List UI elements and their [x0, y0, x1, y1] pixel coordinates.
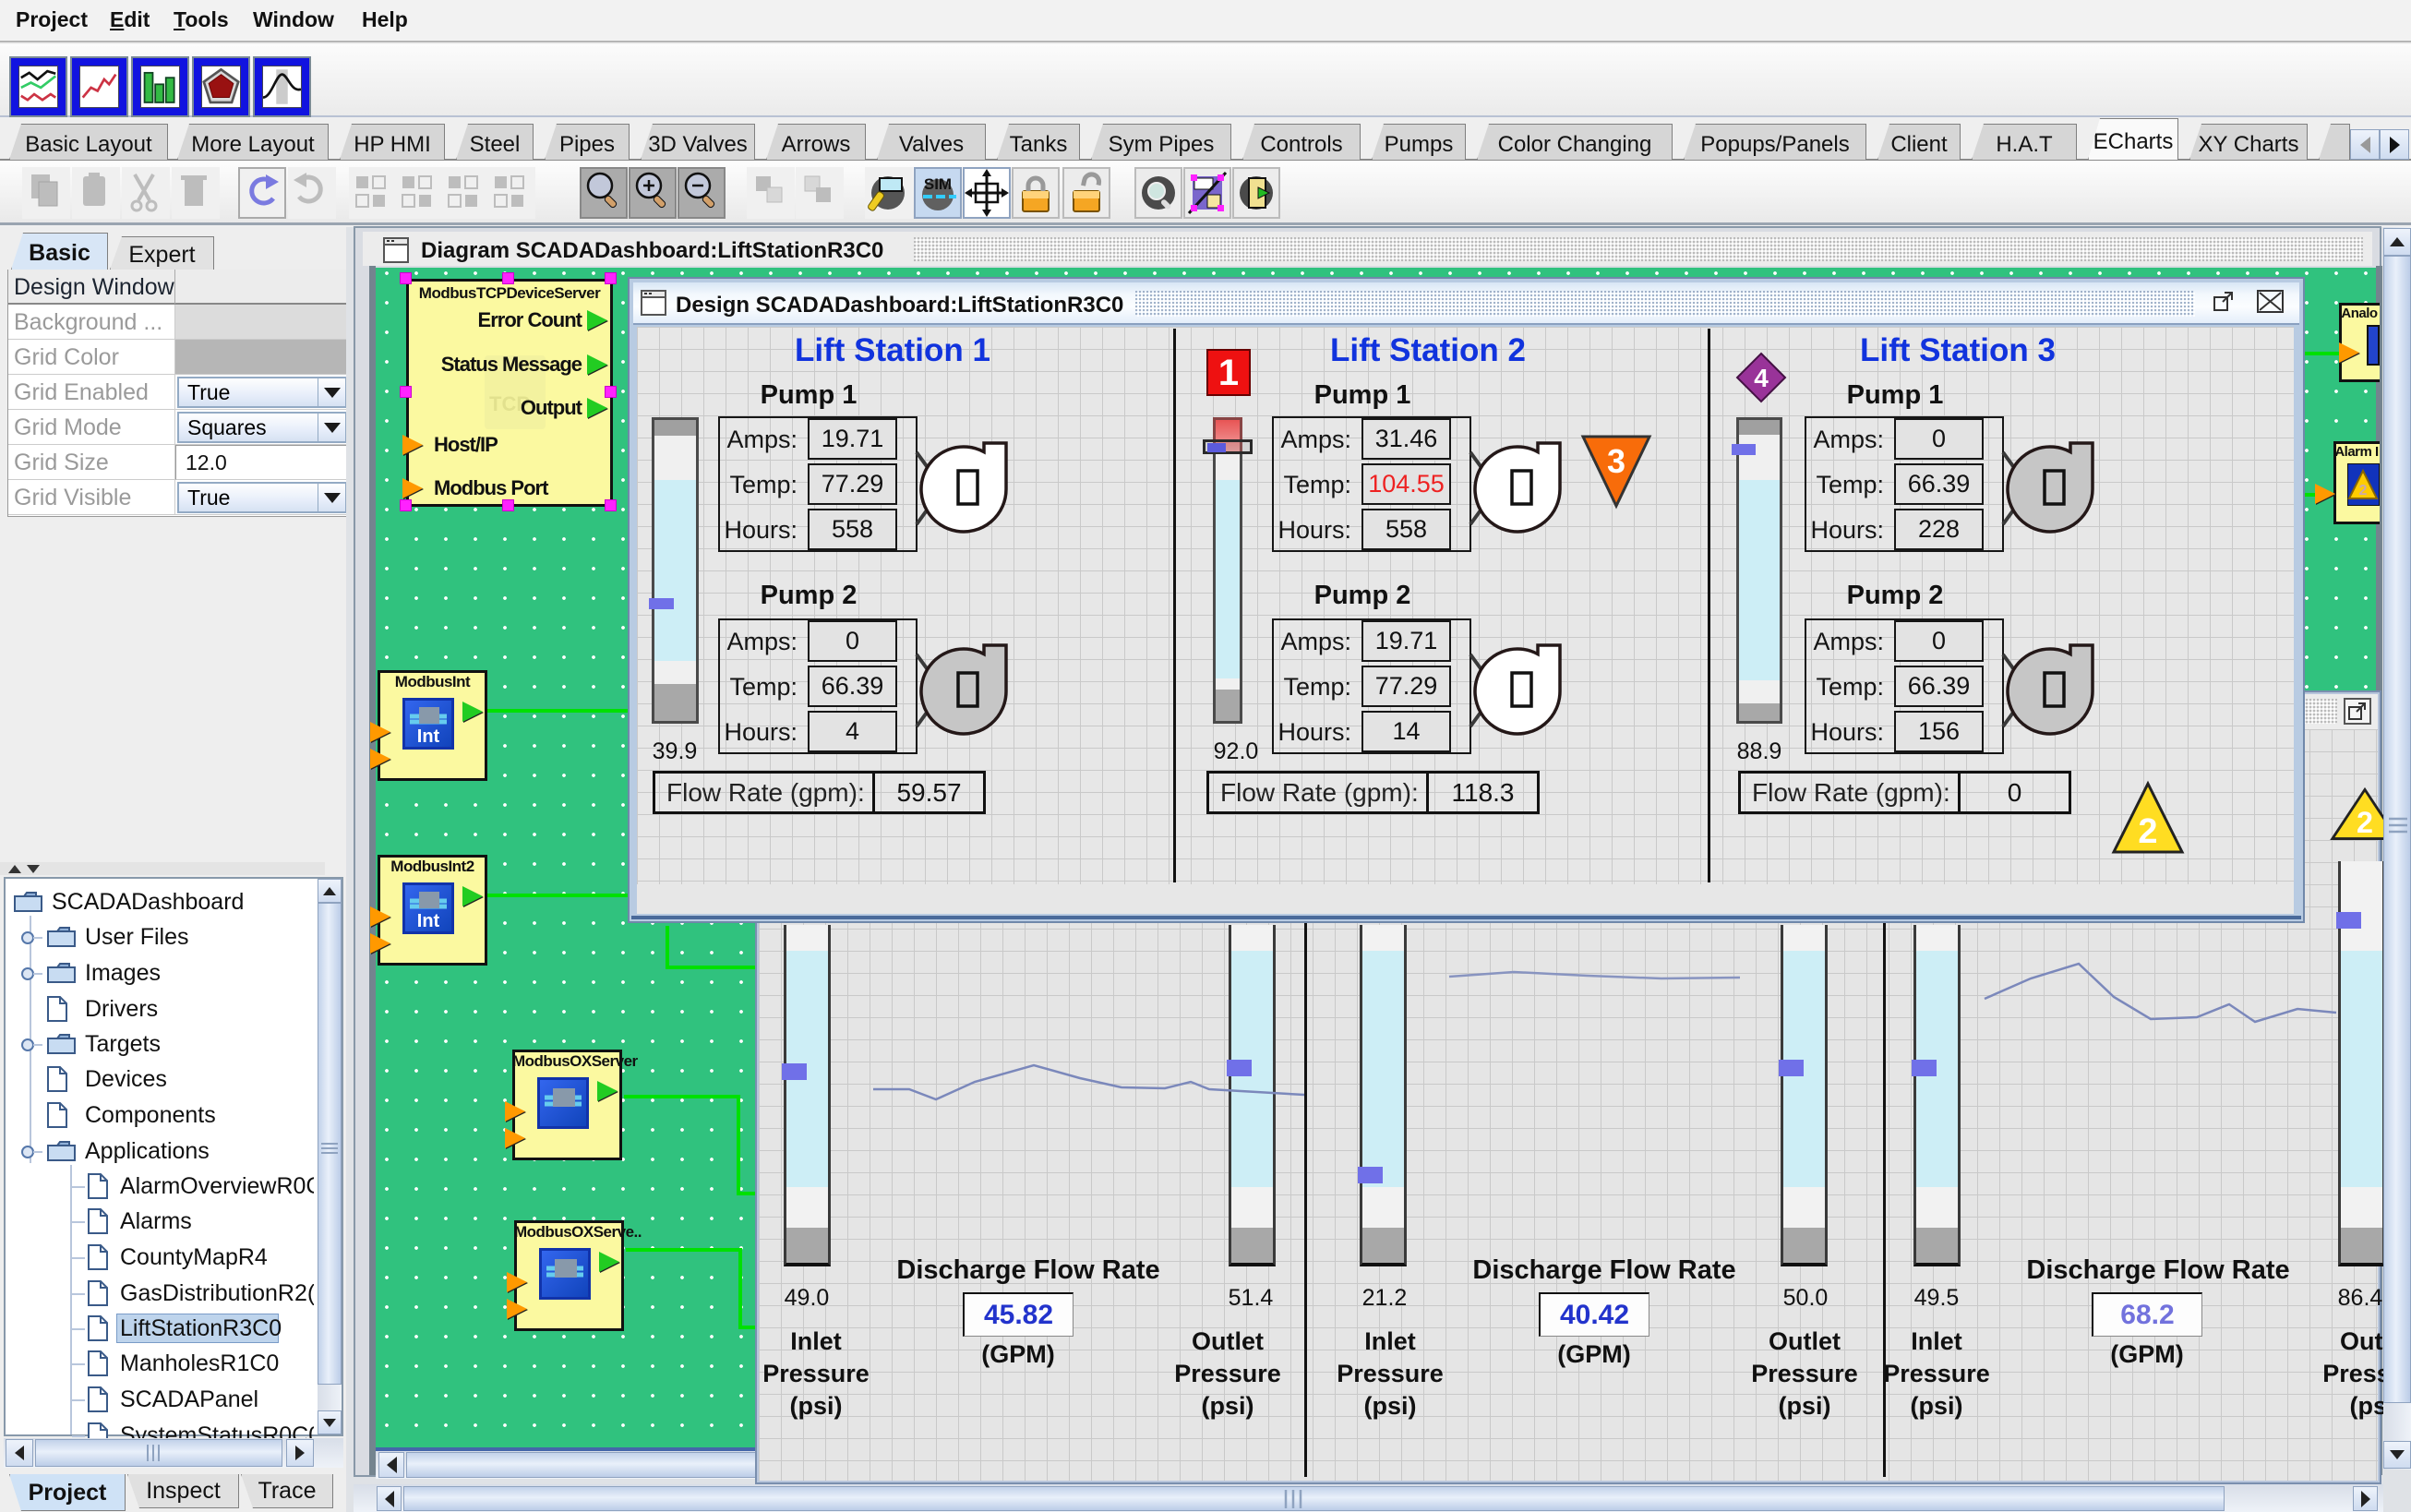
- svg-text:3: 3: [1607, 442, 1625, 480]
- svg-text:Int: Int: [417, 911, 440, 931]
- svg-text:2: 2: [2138, 812, 2157, 851]
- svg-text:2: 2: [2357, 806, 2373, 839]
- svg-text:2: 2: [2359, 483, 2368, 498]
- svg-text:4: 4: [1754, 364, 1769, 392]
- svg-text:Int: Int: [417, 726, 440, 747]
- svg-text:SIM: SIM: [924, 175, 952, 193]
